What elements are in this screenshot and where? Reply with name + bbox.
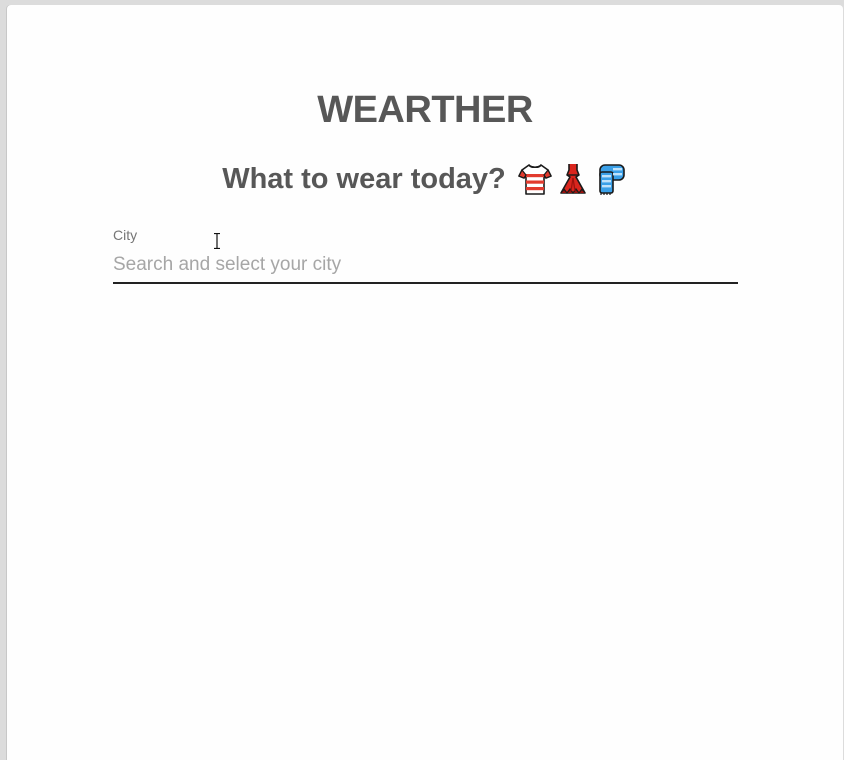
city-field[interactable]: City (113, 225, 738, 285)
city-search-input[interactable] (113, 249, 738, 281)
scarf-icon (598, 164, 625, 195)
dress-icon (559, 164, 586, 194)
city-label: City (113, 227, 138, 243)
subtitle: What to wear today? (222, 163, 506, 195)
city-input-underline (113, 282, 738, 284)
subtitle-row: What to wear today? (7, 161, 843, 197)
tshirt-icon (517, 164, 552, 195)
text-cursor-icon (214, 233, 220, 249)
app-window: WEARTHER What to wear today? City Search… (7, 5, 843, 760)
app-title: WEARTHER (317, 89, 533, 131)
